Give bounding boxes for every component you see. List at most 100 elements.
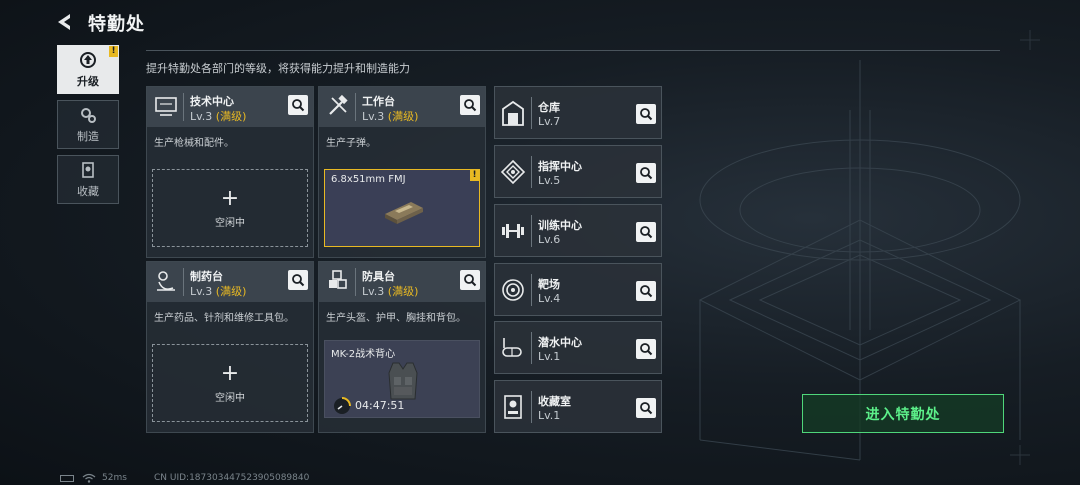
facility-level: Lv.7 — [538, 115, 561, 128]
enter-special-ops-button[interactable]: 进入特勤处 — [802, 394, 1004, 433]
facility-item-diving-center[interactable]: 潜水中心 Lv.1 — [494, 321, 662, 374]
maxed-tag: (满级) — [387, 110, 419, 123]
warehouse-icon — [502, 100, 524, 126]
facility-name: 仓库 — [538, 101, 560, 114]
card-header: 工作台 Lv.3 (满级) — [319, 87, 485, 127]
facility-level: Lv.5 — [538, 174, 561, 187]
battery-icon — [60, 475, 74, 482]
dept-card-armor[interactable]: 防具台 Lv.3 (满级) 生产头盔、护甲、胸挂和背包。 MK-2战术背心 04… — [318, 261, 486, 433]
nav-tab-craft[interactable]: 制造 — [57, 100, 119, 149]
facility-level: Lv.1 — [538, 350, 561, 363]
search-button[interactable] — [636, 222, 656, 242]
in-progress-production-slot[interactable]: MK-2战术背心 04:47:51 — [324, 340, 480, 418]
list-divider — [531, 332, 532, 364]
plus-icon: + — [220, 185, 240, 211]
search-button[interactable] — [636, 339, 656, 359]
dept-card-workbench[interactable]: 工作台 Lv.3 (满级) 生产子弹。 6.8x51mm FMJ ! — [318, 86, 486, 258]
dept-card-pharmacy[interactable]: 制药台 Lv.3 (满级) 生产药品、针剂和维修工具包。 + 空闲中 — [146, 261, 314, 433]
idle-label: 空闲中 — [215, 217, 245, 229]
facility-item-training-center[interactable]: 训练中心 Lv.6 — [494, 204, 662, 257]
search-button[interactable] — [460, 95, 480, 115]
idle-production-slot[interactable]: + 空闲中 — [152, 344, 308, 422]
facility-item-collection-room[interactable]: 收藏室 Lv.1 — [494, 380, 662, 433]
facility-level: Lv.4 — [538, 292, 561, 305]
level-value: Lv.3 — [190, 285, 213, 298]
target-icon — [502, 279, 524, 301]
card-header: 制药台 Lv.3 (满级) — [147, 262, 313, 302]
top-bar: 特勤处 — [0, 0, 1080, 44]
card-divider — [183, 268, 184, 296]
maxed-tag: (满级) — [215, 110, 247, 123]
gears-icon — [81, 108, 96, 123]
dept-name: 工作台 — [362, 95, 395, 108]
idle-production-slot[interactable]: + 空闲中 — [152, 169, 308, 247]
ammo-box-icon — [385, 202, 423, 224]
tech-center-icon — [155, 97, 177, 116]
idle-label: 空闲中 — [215, 392, 245, 404]
list-divider — [531, 97, 532, 129]
diving-mask-icon — [502, 338, 522, 357]
search-icon — [464, 99, 477, 112]
facility-name: 指挥中心 — [538, 160, 582, 173]
facility-level: Lv.6 — [538, 233, 561, 246]
user-uid: CN UID:187303447523905089840 — [154, 473, 310, 483]
search-button[interactable] — [288, 95, 308, 115]
crafted-item-name: 6.8x51mm FMJ — [331, 174, 406, 185]
pharmacy-icon — [157, 271, 175, 291]
timer-icon — [334, 397, 351, 414]
dept-name: 技术中心 — [190, 95, 234, 108]
nav-tab-upgrade[interactable]: 升级 ! — [57, 45, 119, 94]
dept-name: 制药台 — [190, 270, 223, 283]
dept-level: Lv.3 (满级) — [190, 108, 246, 124]
ping-value: 52ms — [102, 473, 127, 483]
card-divider — [183, 93, 184, 121]
facility-item-command-center[interactable]: 指挥中心 Lv.5 — [494, 145, 662, 198]
page-subtitle: 提升特勤处各部门的等级，将获得能力提升和制造能力 — [146, 62, 410, 75]
nav-label-collection: 收藏 — [77, 185, 99, 198]
search-icon — [640, 226, 653, 239]
tactical-vest-icon — [388, 362, 418, 400]
search-button[interactable] — [636, 281, 656, 301]
alert-badge: ! — [470, 170, 479, 181]
card-header: 技术中心 Lv.3 (满级) — [147, 87, 313, 127]
list-divider — [531, 274, 532, 306]
facility-name: 靶场 — [538, 278, 560, 291]
collection-room-icon — [504, 395, 522, 419]
search-icon — [640, 108, 653, 121]
search-icon — [640, 343, 653, 356]
workbench-icon — [329, 94, 348, 115]
command-center-icon — [500, 159, 526, 185]
upgrade-icon — [80, 52, 96, 68]
search-button[interactable] — [636, 398, 656, 418]
ready-production-slot[interactable]: 6.8x51mm FMJ ! — [324, 169, 480, 247]
facility-name: 潜水中心 — [538, 336, 582, 349]
search-button[interactable] — [288, 270, 308, 290]
back-button[interactable] — [54, 11, 76, 33]
dept-level: Lv.3 (满级) — [362, 108, 418, 124]
search-button[interactable] — [636, 104, 656, 124]
dept-name: 防具台 — [362, 270, 395, 283]
dept-description: 生产药品、针剂和维修工具包。 — [154, 313, 294, 324]
search-button[interactable] — [460, 270, 480, 290]
search-button[interactable] — [636, 163, 656, 183]
maxed-tag: (满级) — [215, 285, 247, 298]
dept-card-tech-center[interactable]: 技术中心 Lv.3 (满级) 生产枪械和配件。 + 空闲中 — [146, 86, 314, 258]
search-icon — [292, 99, 305, 112]
search-icon — [640, 167, 653, 180]
facility-name: 训练中心 — [538, 219, 582, 232]
header-divider — [146, 50, 1000, 51]
card-header: 防具台 Lv.3 (满级) — [319, 262, 485, 302]
crafting-timer: 04:47:51 — [355, 399, 405, 412]
facility-item-warehouse[interactable]: 仓库 Lv.7 — [494, 86, 662, 139]
search-icon — [292, 274, 305, 287]
nav-tab-collection[interactable]: 收藏 — [57, 155, 119, 204]
page-title: 特勤处 — [88, 14, 145, 35]
nav-label-upgrade: 升级 — [77, 75, 99, 88]
card-divider — [355, 93, 356, 121]
facility-item-shooting-range[interactable]: 靶场 Lv.4 — [494, 263, 662, 316]
dept-level: Lv.3 (满级) — [190, 283, 246, 299]
facility-name: 收藏室 — [538, 395, 571, 408]
level-value: Lv.3 — [362, 110, 385, 123]
dept-description: 生产枪械和配件。 — [154, 138, 234, 149]
plus-icon: + — [220, 360, 240, 386]
